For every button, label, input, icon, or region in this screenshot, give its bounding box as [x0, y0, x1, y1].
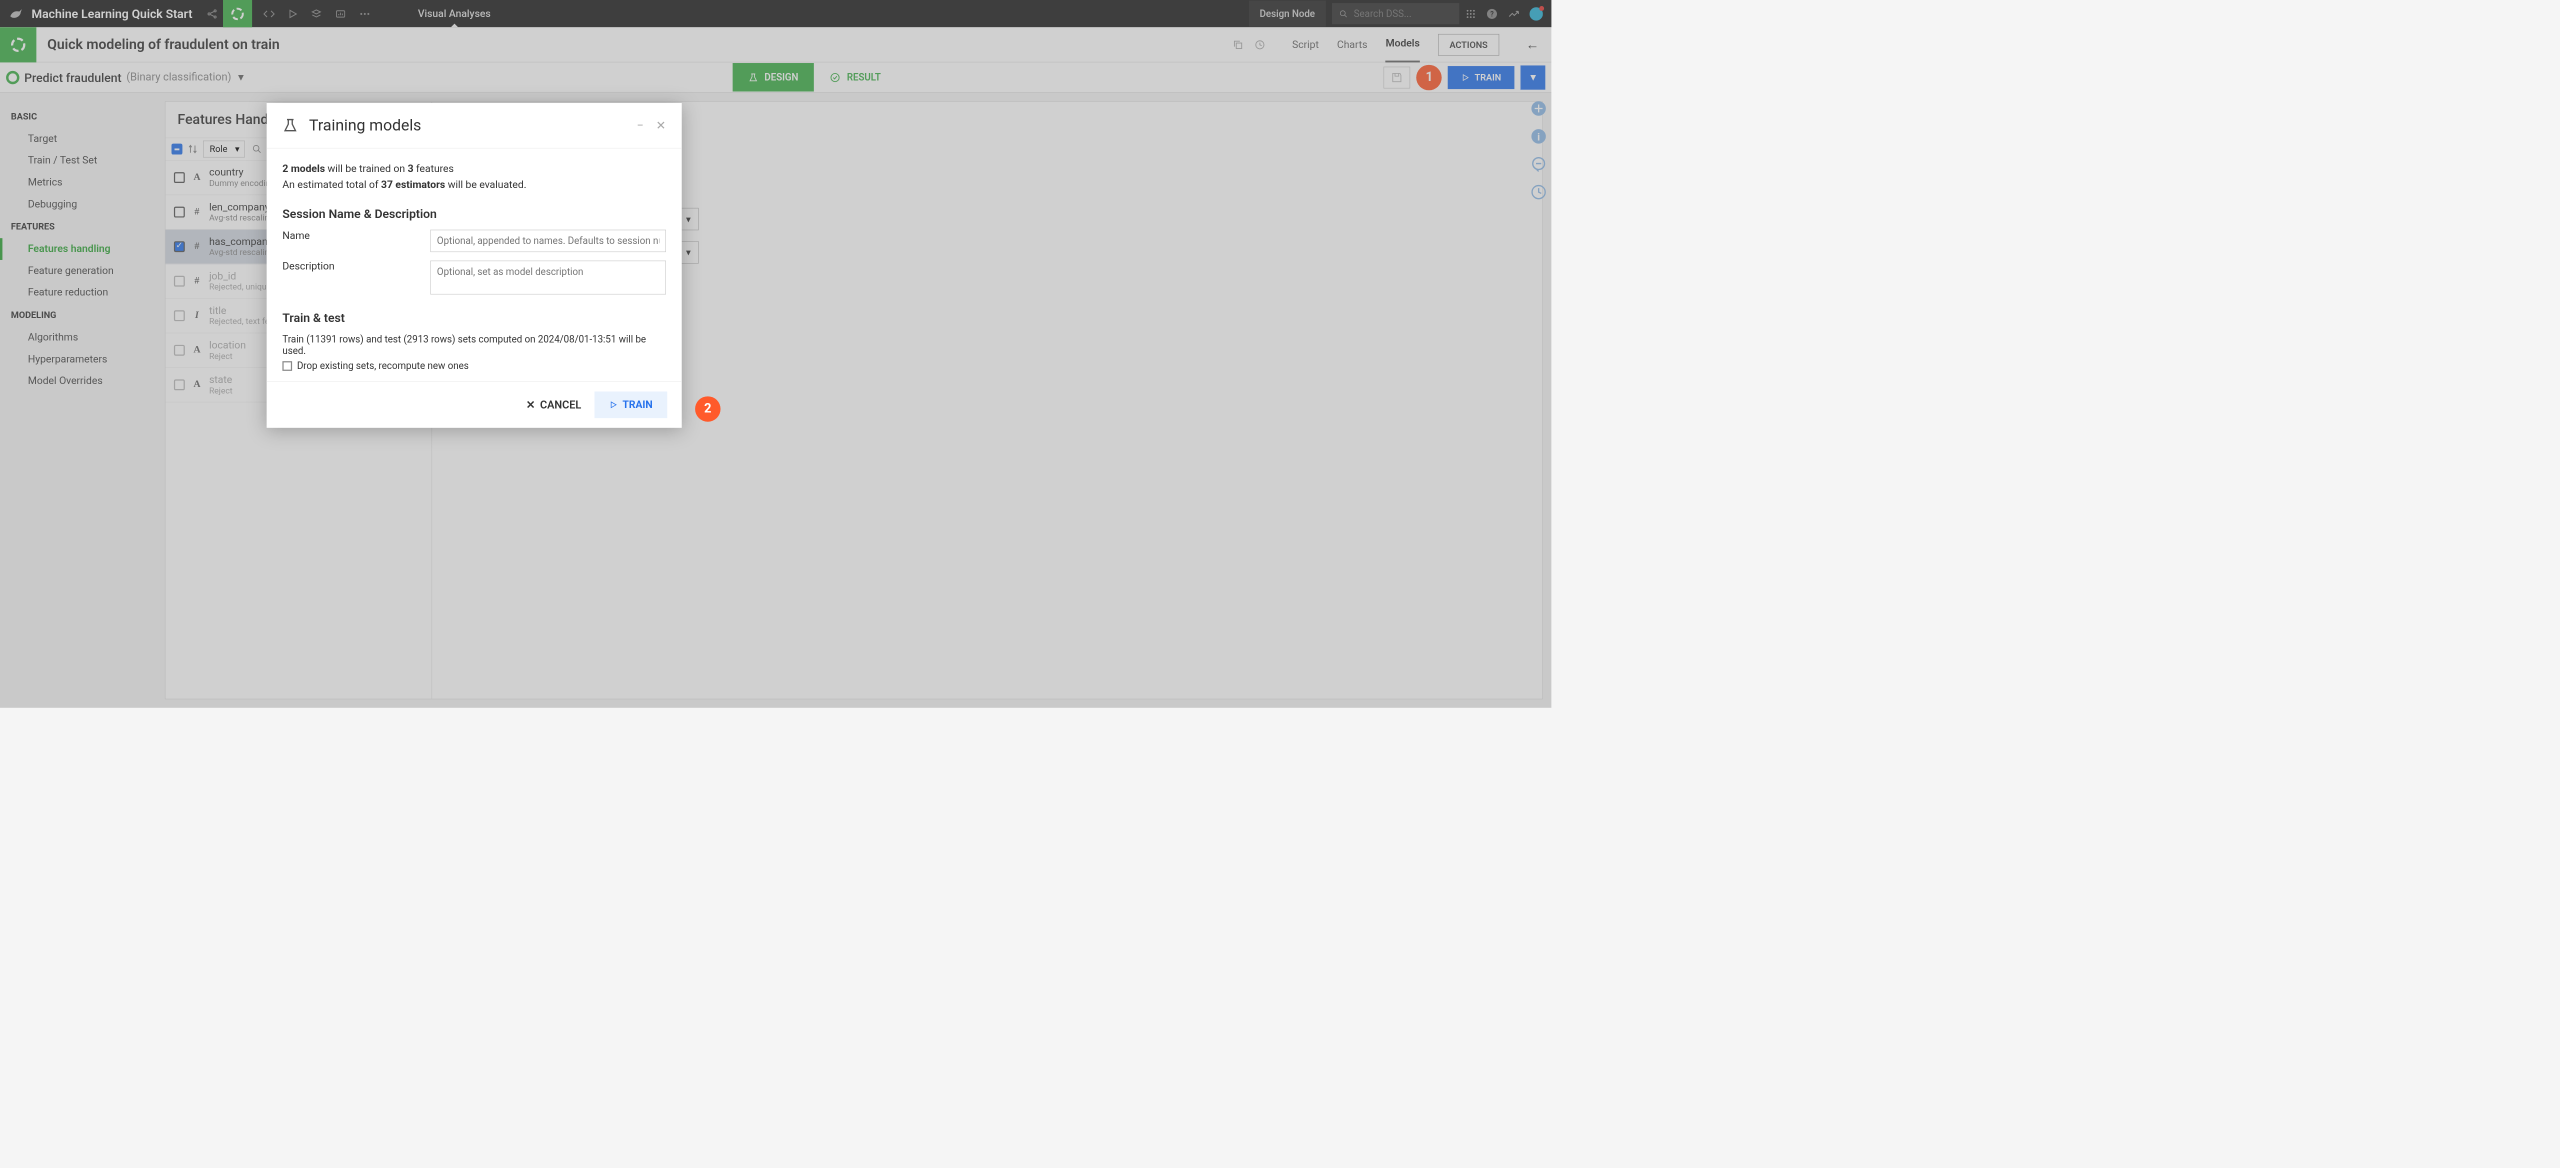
modal-title: Training models [309, 116, 421, 134]
cancel-label: CANCEL [540, 398, 581, 411]
session-name-input[interactable] [430, 230, 666, 252]
modal-train-button[interactable]: TRAIN [595, 391, 668, 418]
name-field-label: Name [282, 230, 430, 242]
traintest-section-header: Train & test [282, 310, 666, 325]
training-modal: Training models − ✕ 2 models will be tra… [267, 103, 682, 428]
traintest-info: Train (11391 rows) and test (2913 rows) … [282, 333, 666, 356]
session-section-header: Session Name & Description [282, 207, 666, 222]
modal-summary-line1: 2 models will be trained on 3 features [282, 163, 666, 175]
drop-sets-label: Drop existing sets, recompute new ones [297, 360, 469, 372]
drop-sets-checkbox[interactable] [282, 361, 292, 371]
est-bold: 37 estimators [381, 179, 445, 191]
description-field-label: Description [282, 261, 430, 273]
summary-end: features [413, 163, 453, 175]
est-post: will be evaluated. [445, 179, 526, 191]
modal-overlay [0, 0, 1551, 708]
cancel-button[interactable]: ✕ CANCEL [526, 398, 581, 411]
summary-mid: will be trained on [325, 163, 408, 175]
est-pre: An estimated total of [282, 179, 381, 191]
play-icon [609, 401, 617, 409]
session-description-input[interactable] [430, 261, 666, 295]
callout-badge-2: 2 [695, 396, 720, 421]
close-icon: ✕ [526, 398, 535, 411]
flask-icon [282, 118, 298, 134]
close-icon[interactable]: ✕ [656, 118, 666, 133]
modal-summary-line2: An estimated total of 37 estimators will… [282, 179, 666, 191]
minimize-icon[interactable]: − [637, 118, 644, 133]
modal-train-label: TRAIN [622, 399, 652, 411]
drop-sets-checkbox-row[interactable]: Drop existing sets, recompute new ones [282, 360, 666, 372]
summary-models: 2 models [282, 163, 325, 175]
